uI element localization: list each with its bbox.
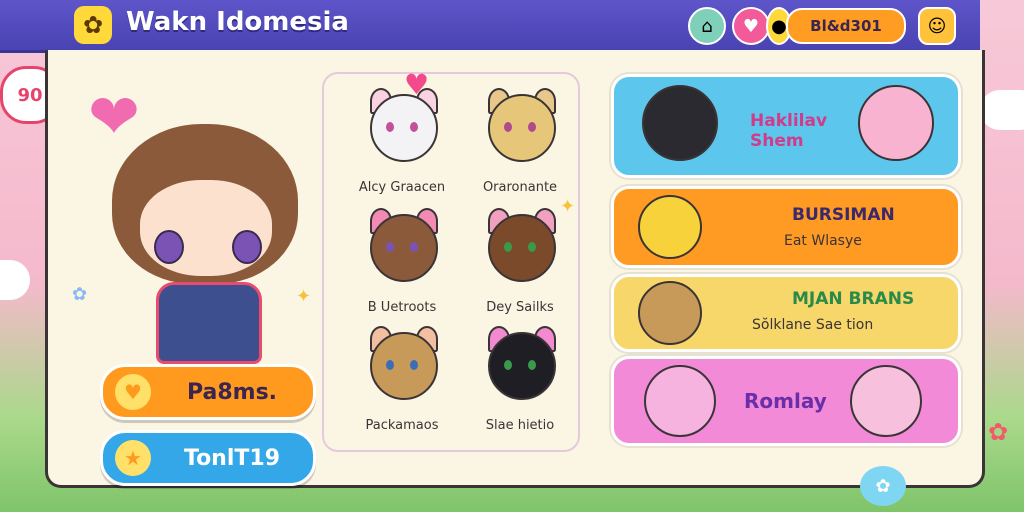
character-name: Slae hietio bbox=[485, 418, 555, 433]
heart-currency-icon[interactable]: ♥ bbox=[732, 7, 770, 45]
character-item[interactable]: Dey Sailks bbox=[460, 208, 580, 323]
character-eyes bbox=[386, 122, 418, 132]
flower-icon: ✿ bbox=[72, 284, 88, 305]
currency-counter: Bl&d301 bbox=[786, 8, 906, 44]
star-logo-icon: ✿ bbox=[74, 6, 112, 44]
character-avatar bbox=[638, 281, 702, 345]
character-eyes bbox=[504, 122, 536, 132]
top-bar: ✿ Wakn Idomesia ⌂ ♥ ● Bl&d301 ☺ bbox=[0, 0, 980, 53]
event-card-1[interactable]: Haklilav Shem bbox=[611, 74, 961, 178]
secondary-action-button[interactable]: ★ TonlT19 bbox=[100, 430, 316, 486]
character-outfit bbox=[156, 282, 262, 364]
featured-character[interactable] bbox=[100, 118, 310, 364]
character-item[interactable]: B Uetroots bbox=[342, 208, 462, 323]
character-name: B Uetroots bbox=[367, 300, 437, 315]
character-eyes bbox=[386, 242, 418, 252]
event-card-2[interactable]: BURSIMAN Eat Wlasye bbox=[611, 186, 961, 268]
character-name: Dey Sailks bbox=[486, 300, 554, 315]
card-subtitle: Eat Wlasye bbox=[784, 233, 862, 249]
blue-flower-button-icon[interactable]: ✿ bbox=[860, 466, 906, 506]
character-eye bbox=[154, 230, 184, 264]
sparkle-icon: ✦ bbox=[560, 196, 576, 217]
heart-icon: ♥ bbox=[115, 374, 151, 410]
character-eyes bbox=[504, 242, 536, 252]
event-card-3[interactable]: MJAN BRANS Sŏlklane Sae tion bbox=[611, 274, 961, 352]
secondary-action-label: TonlT19 bbox=[183, 445, 281, 471]
heart-sticker-icon: ♥ bbox=[404, 68, 430, 101]
character-item[interactable]: Packamaos bbox=[342, 326, 462, 441]
character-item[interactable]: Oraronante bbox=[460, 88, 580, 203]
character-list: Alcy Graacen Oraronante B Uetroots Dey S… bbox=[322, 72, 580, 452]
character-avatar bbox=[644, 365, 716, 437]
primary-action-label: Pa8ms. bbox=[186, 379, 278, 405]
cloud bbox=[0, 260, 30, 300]
character-eyes bbox=[386, 360, 418, 370]
shop-icon[interactable]: ⌂ bbox=[688, 7, 726, 45]
card-title: Haklilav Shem bbox=[750, 111, 828, 151]
character-eye bbox=[232, 230, 262, 264]
card-title: Romlay bbox=[744, 389, 827, 413]
character-avatar bbox=[638, 195, 702, 259]
card-title: BURSIMAN bbox=[792, 205, 895, 225]
sparkle-icon: ✦ bbox=[296, 286, 312, 307]
cloud bbox=[980, 90, 1024, 130]
character-name: Oraronante bbox=[482, 180, 558, 195]
flower-icon: ✿ bbox=[988, 418, 1009, 446]
character-eyes bbox=[504, 360, 536, 370]
character-name: Packamaos bbox=[365, 418, 439, 433]
profile-icon[interactable]: ☺ bbox=[918, 7, 956, 45]
event-card-4[interactable]: Romlay bbox=[611, 356, 961, 446]
character-avatar bbox=[858, 85, 934, 161]
character-avatar bbox=[642, 85, 718, 161]
character-item[interactable]: Alcy Graacen bbox=[342, 88, 462, 203]
character-item[interactable]: Slae hietio bbox=[460, 326, 580, 441]
pink-bow-icon: ❤ bbox=[88, 80, 140, 153]
star-icon: ★ bbox=[115, 440, 151, 476]
character-avatar bbox=[850, 365, 922, 437]
character-name: Alcy Graacen bbox=[358, 180, 446, 195]
card-subtitle: Sŏlklane Sae tion bbox=[752, 317, 874, 333]
primary-action-button[interactable]: ♥ Pa8ms. bbox=[100, 364, 316, 420]
card-title: MJAN BRANS bbox=[792, 289, 915, 309]
app-title: Wakn Idomesia bbox=[126, 7, 349, 37]
